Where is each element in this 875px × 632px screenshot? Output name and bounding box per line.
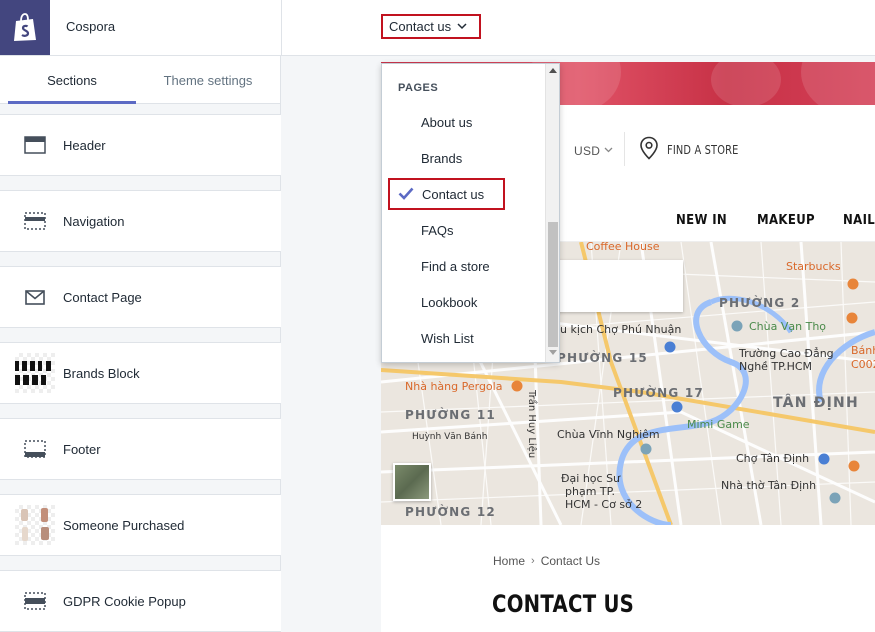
map-place-label: HCM - Cơ sở 2 [565,498,643,511]
shopify-bag-icon [14,12,36,41]
shopify-logo[interactable] [0,0,50,55]
map-place-label: Nghề TP.HCM [739,360,813,373]
map-marker-icon [664,341,676,353]
dropdown-item-find-a-store[interactable]: Find a store [382,248,545,284]
section-item-header[interactable]: Header [0,114,281,176]
section-label: Footer [63,441,101,457]
breadcrumb: Home › Contact Us [493,554,600,568]
map-place-label: Nhà hàng Pergola [405,380,503,393]
page-selector-dropdown[interactable]: PAGES About us Brands Contact us FAQs Fi… [381,63,560,363]
dropdown-item-faqs[interactable]: FAQs [382,212,545,248]
products-thumbnail [15,505,55,545]
page-selector[interactable]: Contact us [381,14,481,39]
divider [281,0,282,56]
page-title: CONTACT US [492,590,635,618]
sidebar-tabs: Sections Theme settings [0,56,280,104]
map-ward-label: PHƯỜNG 17 [613,386,704,400]
arrow-down-icon[interactable] [549,350,557,356]
popup-layout-icon [15,581,55,621]
section-label: Header [63,137,106,153]
map-place-label: Coffee House [586,242,660,253]
store-name: Cospora [66,19,116,34]
envelope-icon [15,277,55,317]
nav-item-nail[interactable]: NAIL [843,213,875,228]
dropdown-item-contact-us[interactable]: Contact us [388,178,505,210]
map-marker-icon [846,312,858,324]
section-item-navigation[interactable]: Navigation [0,190,281,252]
map-marker-icon [511,380,523,392]
arrow-up-icon[interactable] [549,67,557,73]
dropdown-heading: PAGES [398,82,439,94]
map-place-label: Trường Cao Đẳng [739,347,834,360]
footer-layout-icon [15,429,55,469]
chevron-down-icon [457,23,467,30]
nav-item-new-in[interactable]: NEW IN [676,213,727,228]
map-marker-icon [829,492,841,504]
section-item-brands-block[interactable]: Brands Block [0,342,281,404]
map-marker-icon [818,453,830,465]
breadcrumb-current: Contact Us [540,554,601,568]
section-label: GDPR Cookie Popup [63,593,186,609]
map-place-label: Starbucks [786,260,841,273]
map-place-label: Chợ Tân Định [736,452,810,465]
map-place-label: Chùa Vĩnh Nghiêm [557,428,660,441]
map-info-card [557,260,683,312]
page-selector-label: Contact us [389,19,452,34]
nav-item-makeup[interactable]: MAKEUP [757,213,815,228]
section-item-contact-page[interactable]: Contact Page [0,266,281,328]
dropdown-item-brands[interactable]: Brands [382,140,545,176]
map-place-label: Nhà thờ Tân Định [721,479,817,492]
map-ward-label: PHƯỜNG 12 [405,505,496,519]
breadcrumb-home[interactable]: Home [493,554,525,568]
section-item-gdpr-cookie-popup[interactable]: GDPR Cookie Popup [0,570,281,632]
active-tab-indicator [8,101,136,104]
editor-topbar: Cospora Contact us [0,0,875,56]
map-ward-label: PHƯỜNG 11 [405,408,496,422]
find-store-link[interactable]: FIND A STORE [667,143,739,157]
map-ward-label: PHƯỜNG 15 [557,351,648,365]
dropdown-item-lookbook[interactable]: Lookbook [382,284,545,320]
section-label: Contact Page [63,289,142,305]
dropdown-item-about-us[interactable]: About us [382,104,545,140]
map-place-label: Mimi Game [687,418,750,431]
map-ward-label: PHƯỜNG 2 [719,296,801,310]
currency-selector[interactable]: USD [574,144,600,158]
section-label: Brands Block [63,365,140,381]
map-place-label: Đại học Sư [561,472,621,485]
map-ward-label: TÂN ĐỊNH [773,395,859,411]
editor-sidebar: Sections Theme settings Header Navigatio… [0,56,281,632]
tab-sections[interactable]: Sections [8,56,136,104]
divider [624,132,625,166]
chevron-down-icon [604,147,613,153]
checkmark-icon [398,187,414,200]
dropdown-item-wish-list[interactable]: Wish List [382,320,545,356]
map-place-label: phạm TP. [565,485,616,498]
tab-theme-settings[interactable]: Theme settings [140,56,276,104]
dropdown-item-label: Contact us [422,186,485,202]
section-item-someone-purchased[interactable]: Someone Purchased [0,494,281,556]
map-marker-icon [731,320,743,332]
map-marker-icon [640,443,652,455]
street-view-thumbnail[interactable] [393,463,431,501]
map-place-label: lu kịch Chợ Phú Nhuận [557,323,682,336]
map-place-label: Chùa Vạn Thọ [749,320,827,333]
map-pin-icon [640,136,658,160]
dropdown-scrollbar[interactable] [545,64,559,362]
section-label: Someone Purchased [63,517,185,533]
section-item-footer[interactable]: Footer [0,418,281,480]
section-label: Navigation [63,213,125,229]
map-street-label: Huỳnh Văn Bánh [412,432,488,442]
map-place-label: Bánh Tra [851,344,875,357]
scrollbar-thumb[interactable] [548,222,558,347]
map-place-label: C002 - Ch [851,358,875,371]
map-marker-icon [847,278,859,290]
map-marker-icon [848,460,860,472]
navigation-layout-icon [15,201,55,241]
map-marker-icon [671,401,683,413]
map-street-label: Trần Huy Liệu [526,390,537,459]
header-layout-icon [15,125,55,165]
brands-thumbnail [15,353,55,393]
chevron-right-icon: › [531,555,535,567]
